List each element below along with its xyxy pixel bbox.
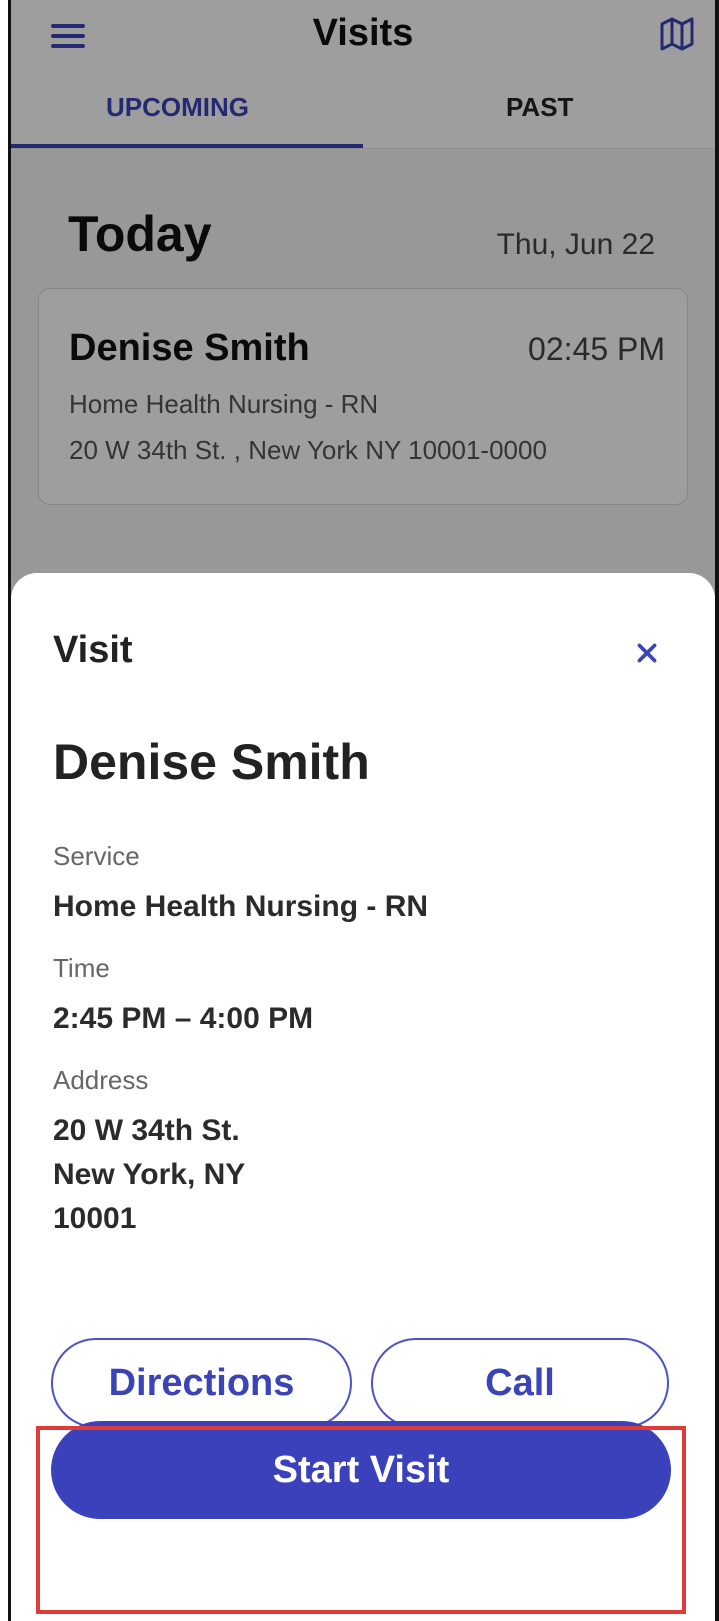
service-label: Service xyxy=(53,841,140,871)
close-button[interactable] xyxy=(627,633,667,673)
time-label: Time xyxy=(53,953,110,983)
sheet-title: Visit xyxy=(53,629,133,671)
directions-button[interactable]: Directions xyxy=(51,1338,352,1428)
address-line-3: 10001 xyxy=(53,1202,137,1235)
service-value: Home Health Nursing - RN xyxy=(53,890,429,923)
call-button[interactable]: Call xyxy=(371,1338,669,1428)
address-label: Address xyxy=(53,1065,149,1095)
close-icon xyxy=(637,643,657,663)
address-line-2: New York, NY xyxy=(53,1158,246,1191)
time-value: 2:45 PM – 4:00 PM xyxy=(53,1002,314,1035)
start-visit-button[interactable]: Start Visit xyxy=(51,1421,671,1519)
device-edge-right xyxy=(715,0,719,1621)
device-edge-left xyxy=(8,0,11,1621)
visit-bottom-sheet: Visit Denise Smith Service Home Health N… xyxy=(11,573,715,1621)
address-line-1: 20 W 34th St. xyxy=(53,1114,240,1147)
patient-name: Denise Smith xyxy=(53,734,370,790)
app-frame: Visits UPCOMING PAST Today Thu, Jun 22 D… xyxy=(0,0,719,1621)
